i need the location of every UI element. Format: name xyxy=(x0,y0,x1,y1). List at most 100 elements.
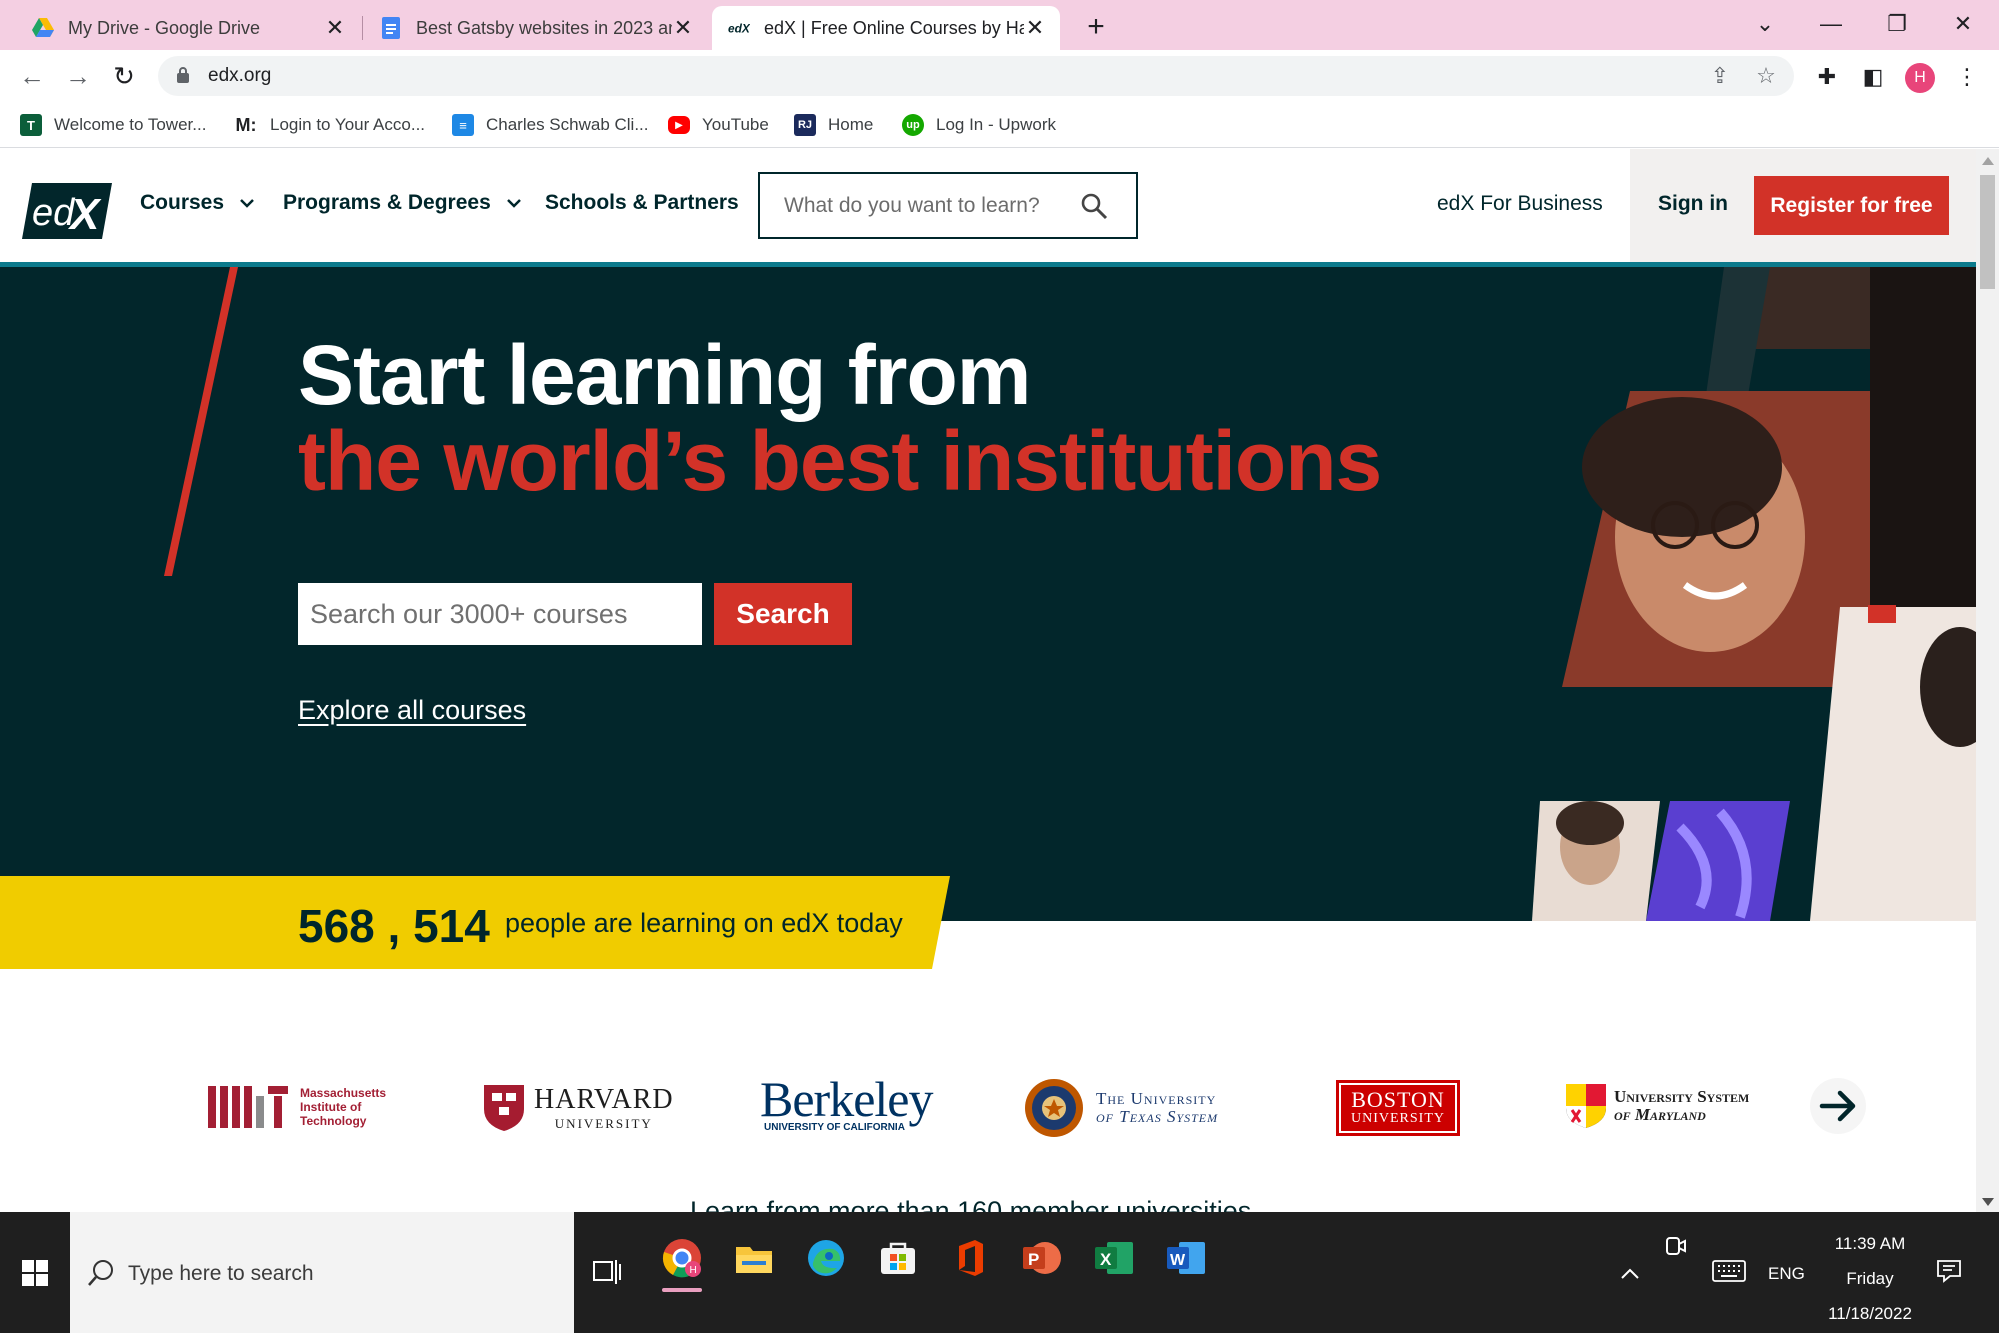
scroll-up-arrow-icon[interactable] xyxy=(1982,157,1994,165)
scrollbar-thumb[interactable] xyxy=(1980,175,1995,289)
partner-logo-usm[interactable]: University System of Maryland xyxy=(1566,1084,1749,1128)
restore-button[interactable]: ❐ xyxy=(1868,6,1926,42)
hero-search-input[interactable] xyxy=(298,583,702,645)
minimize-button[interactable]: — xyxy=(1802,6,1860,42)
scroll-down-arrow-icon[interactable] xyxy=(1982,1198,1994,1206)
close-icon[interactable]: ✕ xyxy=(1024,15,1046,41)
bookmark-star-icon[interactable]: ☆ xyxy=(1752,62,1780,90)
taskbar-search-box[interactable]: Type here to search xyxy=(70,1212,574,1333)
chrome-icon[interactable]: H xyxy=(656,1232,708,1292)
close-icon[interactable]: ✕ xyxy=(324,15,346,41)
search-icon xyxy=(88,1260,113,1286)
partner-logo-boston-university[interactable]: BOSTON UNIVERSITY xyxy=(1336,1080,1460,1136)
chevron-down-icon xyxy=(506,199,521,208)
word-icon[interactable]: W xyxy=(1160,1232,1212,1284)
new-tab-button[interactable]: + xyxy=(1078,10,1114,46)
ut-line1: The University xyxy=(1096,1089,1217,1108)
register-button[interactable]: Register for free xyxy=(1754,176,1949,235)
address-bar[interactable]: edx.org ⇪ ☆ xyxy=(158,56,1794,96)
nav-courses[interactable]: Courses xyxy=(140,191,254,215)
powerpoint-icon[interactable]: P xyxy=(1016,1232,1068,1284)
rj-icon: RJ xyxy=(794,114,816,136)
google-drive-icon xyxy=(32,17,54,39)
ut-line2: of Texas System xyxy=(1096,1107,1219,1126)
notifications-icon[interactable] xyxy=(1936,1258,1966,1288)
tab-search-chevron-icon[interactable]: ⌄ xyxy=(1736,6,1794,42)
edx-logo[interactable]: ed X xyxy=(22,183,112,239)
svg-text:W: W xyxy=(1170,1252,1186,1269)
tab-title: edX | Free Online Courses by Har xyxy=(764,17,1024,38)
edx-for-business-link[interactable]: edX For Business xyxy=(1437,192,1603,216)
taskbar-clock[interactable]: 11:39 AM Friday 11/18/2022 xyxy=(1810,1226,1930,1331)
reload-button[interactable]: ↻ xyxy=(106,58,142,94)
excel-icon[interactable]: X xyxy=(1088,1232,1140,1284)
back-button[interactable]: ← xyxy=(14,58,50,94)
svg-text:H: H xyxy=(690,1265,697,1276)
edge-icon[interactable] xyxy=(800,1232,852,1284)
header-search-input[interactable] xyxy=(760,174,1060,237)
nav-programs-degrees[interactable]: Programs & Degrees xyxy=(283,191,521,215)
account-actions: Sign in Register for free xyxy=(1630,149,1976,263)
bookmark-upwork[interactable]: up Log In - Upwork xyxy=(902,112,1056,138)
tab-separator xyxy=(362,16,363,40)
partners-next-arrow-icon[interactable] xyxy=(1810,1078,1866,1134)
sign-in-link[interactable]: Sign in xyxy=(1658,192,1728,216)
google-docs-icon xyxy=(380,17,402,39)
svg-text:X: X xyxy=(1100,1250,1112,1269)
search-icon[interactable] xyxy=(1080,192,1108,220)
share-icon[interactable]: ⇪ xyxy=(1706,62,1734,90)
profile-avatar[interactable]: H xyxy=(1905,63,1935,93)
header-search-box xyxy=(758,172,1138,239)
maryland-flag-shield-icon xyxy=(1566,1084,1606,1128)
tab-gatsby-doc[interactable]: Best Gatsby websites in 2023 and ✕ xyxy=(364,6,708,50)
svg-text:edX: edX xyxy=(728,22,750,36)
microsoft-store-icon[interactable] xyxy=(872,1232,924,1284)
browser-toolbar: ← → ↻ edx.org ⇪ ☆ ✚ ◧ H ⋮ xyxy=(0,50,1999,102)
forward-button[interactable]: → xyxy=(60,58,96,94)
side-panel-icon[interactable]: ◧ xyxy=(1858,62,1888,92)
bookmark-label: YouTube xyxy=(702,115,769,134)
chevron-up-icon[interactable] xyxy=(1618,1262,1648,1292)
partner-logo-berkeley[interactable]: Berkeley UNIVERSITY OF CALIFORNIA xyxy=(760,1074,933,1133)
partner-logo-mit[interactable]: Massachusetts Institute of Technology xyxy=(208,1086,386,1128)
language-indicator[interactable]: ENG xyxy=(1768,1264,1805,1333)
start-button[interactable] xyxy=(0,1212,70,1333)
url-text: edx.org xyxy=(208,65,272,86)
berkeley-line2: UNIVERSITY OF CALIFORNIA xyxy=(764,1122,905,1133)
nav-schools-partners[interactable]: Schools & Partners xyxy=(545,191,739,215)
edx-icon: edX xyxy=(728,17,750,39)
bookmark-charles-schwab[interactable]: ≡ Charles Schwab Cli... xyxy=(452,112,649,138)
partner-logo-ut-system[interactable]: The University of Texas System xyxy=(1024,1078,1218,1138)
bu-line1: BOSTON xyxy=(1351,1087,1445,1112)
bookmark-tower[interactable]: T Welcome to Tower... xyxy=(20,112,206,138)
windows-taskbar: Type here to search H P X W ENG 11:39 AM… xyxy=(0,1212,1999,1333)
chevron-down-icon xyxy=(240,199,254,208)
clock-date: 11/18/2022 xyxy=(1828,1304,1912,1323)
hero-photo-collage xyxy=(1532,267,1976,921)
bookmark-login-account[interactable]: M: Login to Your Acco... xyxy=(234,112,426,138)
close-icon[interactable]: ✕ xyxy=(672,15,694,41)
hero-search-button[interactable]: Search xyxy=(714,583,852,645)
task-view-icon[interactable] xyxy=(592,1256,624,1288)
site-header: ed X Courses Programs & Degrees Schools … xyxy=(0,149,1976,263)
harvard-line2: UNIVERSITY xyxy=(554,1116,653,1131)
tab-google-drive[interactable]: My Drive - Google Drive ✕ xyxy=(16,6,360,50)
tab-edx[interactable]: edX edX | Free Online Courses by Har ✕ xyxy=(712,6,1060,50)
harvard-shield-icon xyxy=(484,1085,524,1131)
bookmark-youtube[interactable]: ▶ YouTube xyxy=(668,112,769,138)
lock-icon xyxy=(177,67,189,83)
menu-icon[interactable]: ⋮ xyxy=(1952,62,1982,92)
bookmark-home[interactable]: RJ Home xyxy=(794,112,873,138)
partner-logo-harvard[interactable]: HARVARD UNIVERSITY xyxy=(484,1084,674,1132)
office-icon[interactable] xyxy=(944,1232,996,1284)
page-scrollbar[interactable] xyxy=(1976,149,1999,1212)
hero-title-line1: Start learning from xyxy=(298,328,1031,422)
close-window-button[interactable]: ✕ xyxy=(1934,6,1992,42)
m-icon: M: xyxy=(235,114,257,135)
extensions-icon[interactable]: ✚ xyxy=(1812,62,1842,92)
youtube-icon: ▶ xyxy=(668,116,690,134)
touch-keyboard-icon[interactable] xyxy=(1712,1260,1748,1288)
meet-now-icon[interactable] xyxy=(1664,1234,1694,1264)
explore-all-courses-link[interactable]: Explore all courses xyxy=(298,695,526,726)
file-explorer-icon[interactable] xyxy=(728,1232,780,1284)
